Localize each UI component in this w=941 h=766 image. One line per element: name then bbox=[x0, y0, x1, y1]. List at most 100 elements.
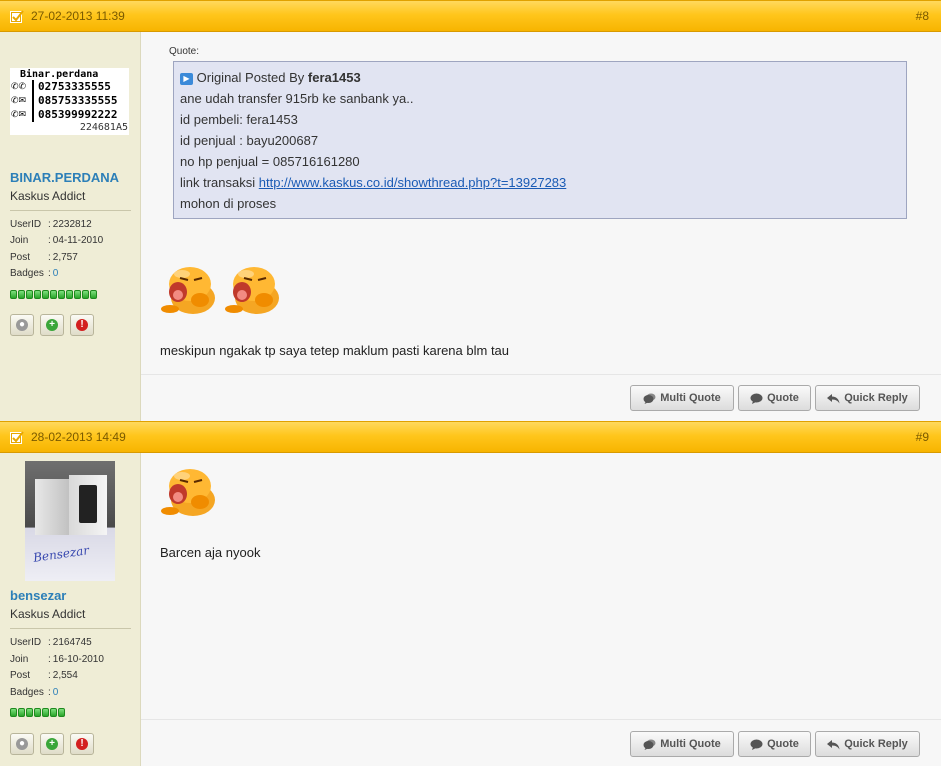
user-profile-button[interactable]: ● bbox=[10, 314, 34, 336]
reputation-pip bbox=[42, 708, 49, 717]
user-info-join: Join:04-11-2010 bbox=[10, 235, 104, 246]
user-title: Kaskus Addict bbox=[10, 607, 86, 621]
quick-reply-button[interactable]: Quick Reply bbox=[815, 731, 920, 757]
post-header: 27-02-2013 11:39 #8 bbox=[0, 0, 941, 32]
post-actions: Multi Quote Quote Quick Reply bbox=[141, 374, 941, 421]
reputation-pip bbox=[50, 290, 57, 299]
post-date: 27-02-2013 11:39 bbox=[31, 9, 125, 23]
user-profile-button[interactable]: ● bbox=[10, 733, 34, 755]
reputation-pip bbox=[58, 290, 65, 299]
user-info-userid: UserID:2232812 bbox=[10, 219, 92, 230]
quote-link-line: link transaksi http://www.kaskus.co.id/s… bbox=[180, 175, 567, 190]
laughing-emote-icon bbox=[160, 466, 218, 516]
reputation-pip bbox=[18, 708, 25, 717]
avatar-phone-2: 085753335555 bbox=[38, 94, 118, 107]
quote-icon bbox=[750, 739, 763, 750]
multi-quote-icon bbox=[643, 739, 656, 750]
reputation-pip bbox=[90, 290, 97, 299]
post-number-link[interactable]: #9 bbox=[916, 430, 929, 444]
username-link[interactable]: BINAR.PERDANA bbox=[10, 170, 119, 185]
reputation-pip bbox=[74, 290, 81, 299]
user-info-join: Join:16-10-2010 bbox=[10, 654, 104, 665]
report-user-button[interactable]: ! bbox=[70, 733, 94, 755]
user-info-post: Post:2,757 bbox=[10, 252, 78, 263]
reputation-pip bbox=[58, 708, 65, 717]
reputation-pip bbox=[42, 290, 49, 299]
phone-mail-icon: ✆✉ bbox=[11, 95, 27, 105]
reputation-pip bbox=[50, 708, 57, 717]
quote-line: ane udah transfer 915rb ke sanbank ya.. bbox=[180, 91, 414, 106]
reply-icon bbox=[827, 739, 840, 750]
report-user-button[interactable]: ! bbox=[70, 314, 94, 336]
reputation-pip bbox=[82, 290, 89, 299]
post-message: Barcen aja nyook bbox=[160, 545, 261, 560]
quote-box: ▶ Original Posted By fera1453 ane udah t… bbox=[173, 61, 907, 219]
multi-quote-button[interactable]: Multi Quote bbox=[630, 731, 734, 757]
avatar-phone-1: 02753335555 bbox=[38, 80, 111, 93]
phone-mail-icon: ✆✉ bbox=[11, 109, 27, 119]
post-number-link[interactable]: #8 bbox=[916, 9, 929, 23]
quote-line: id pembeli: fera1453 bbox=[180, 112, 298, 127]
reputation-pip bbox=[34, 290, 41, 299]
divider bbox=[10, 210, 131, 211]
reputation-bar bbox=[10, 708, 65, 717]
post-header: 28-02-2013 14:49 #9 bbox=[0, 421, 941, 453]
alert-icon: ! bbox=[76, 319, 88, 331]
user-info-userid: UserID:2164745 bbox=[10, 637, 92, 648]
user-info-badges: Badges:0 bbox=[10, 687, 59, 698]
plus-icon: + bbox=[46, 738, 58, 750]
user-icon: ● bbox=[16, 738, 28, 750]
checkbox-icon[interactable] bbox=[10, 10, 24, 23]
avatar-pin-code: 224681A5 bbox=[79, 122, 128, 133]
user-info-post: Post:2,554 bbox=[10, 670, 78, 681]
badges-link[interactable]: 0 bbox=[53, 268, 59, 279]
quote-line: no hp penjual = 085716161280 bbox=[180, 154, 360, 169]
transaction-link[interactable]: http://www.kaskus.co.id/showthread.php?t… bbox=[259, 175, 567, 190]
quote-line: mohon di proses bbox=[180, 196, 277, 211]
avatar-phone-3: 085399992222 bbox=[38, 108, 118, 121]
post-8: 27-02-2013 11:39 #8 Binar.perdana ✆✆ ✆✉ … bbox=[0, 0, 941, 421]
reputation-pip bbox=[10, 708, 17, 717]
post-content: Quote: ▶ Original Posted By fera1453 ane… bbox=[141, 32, 941, 421]
post-date: 28-02-2013 14:49 bbox=[31, 430, 126, 444]
post-9: 28-02-2013 14:49 #9 Bensezar bensezar Ka… bbox=[0, 421, 941, 766]
quote-label: Quote: bbox=[169, 46, 200, 57]
reputation-pip bbox=[34, 708, 41, 717]
view-post-icon[interactable]: ▶ bbox=[180, 73, 193, 85]
add-friend-button[interactable]: + bbox=[40, 314, 64, 336]
quick-reply-button[interactable]: Quick Reply bbox=[815, 385, 920, 411]
avatar-signature: Bensezar bbox=[32, 543, 90, 565]
avatar-name-text: Binar.perdana bbox=[20, 69, 99, 80]
user-sidebar: Bensezar bensezar Kaskus Addict UserID:2… bbox=[0, 453, 141, 766]
quoted-username: fera1453 bbox=[307, 70, 361, 85]
alert-icon: ! bbox=[76, 738, 88, 750]
quote-header: ▶ Original Posted By fera1453 bbox=[180, 70, 361, 85]
avatar-phone-image bbox=[79, 485, 97, 523]
reply-icon bbox=[827, 393, 840, 404]
quote-button[interactable]: Quote bbox=[738, 385, 811, 411]
badges-link[interactable]: 0 bbox=[53, 687, 59, 698]
reputation-pip bbox=[18, 290, 25, 299]
reputation-bar bbox=[10, 290, 97, 299]
avatar[interactable]: Binar.perdana ✆✆ ✆✉ ✆✉ 02753335555 08575… bbox=[10, 68, 129, 135]
multi-quote-icon bbox=[643, 393, 656, 404]
multi-quote-button[interactable]: Multi Quote bbox=[630, 385, 734, 411]
quote-button[interactable]: Quote bbox=[738, 731, 811, 757]
checkbox-icon[interactable] bbox=[10, 431, 24, 444]
reputation-pip bbox=[66, 290, 73, 299]
user-sidebar: Binar.perdana ✆✆ ✆✉ ✆✉ 02753335555 08575… bbox=[0, 32, 141, 421]
avatar-divider bbox=[32, 80, 34, 122]
avatar-box-left bbox=[35, 479, 73, 535]
user-icon: ● bbox=[16, 319, 28, 331]
phone-icon: ✆✆ bbox=[11, 81, 27, 91]
avatar[interactable]: Bensezar bbox=[25, 461, 115, 581]
laughing-emote-icon bbox=[160, 264, 218, 314]
add-friend-button[interactable]: + bbox=[40, 733, 64, 755]
post-content: Barcen aja nyook Multi Quote Quote Quick… bbox=[141, 453, 941, 766]
user-title: Kaskus Addict bbox=[10, 189, 86, 203]
reputation-pip bbox=[26, 290, 33, 299]
user-action-buttons: ● + ! bbox=[10, 733, 94, 755]
user-action-buttons: ● + ! bbox=[10, 314, 94, 336]
quote-icon bbox=[750, 393, 763, 404]
username-link[interactable]: bensezar bbox=[10, 588, 66, 603]
